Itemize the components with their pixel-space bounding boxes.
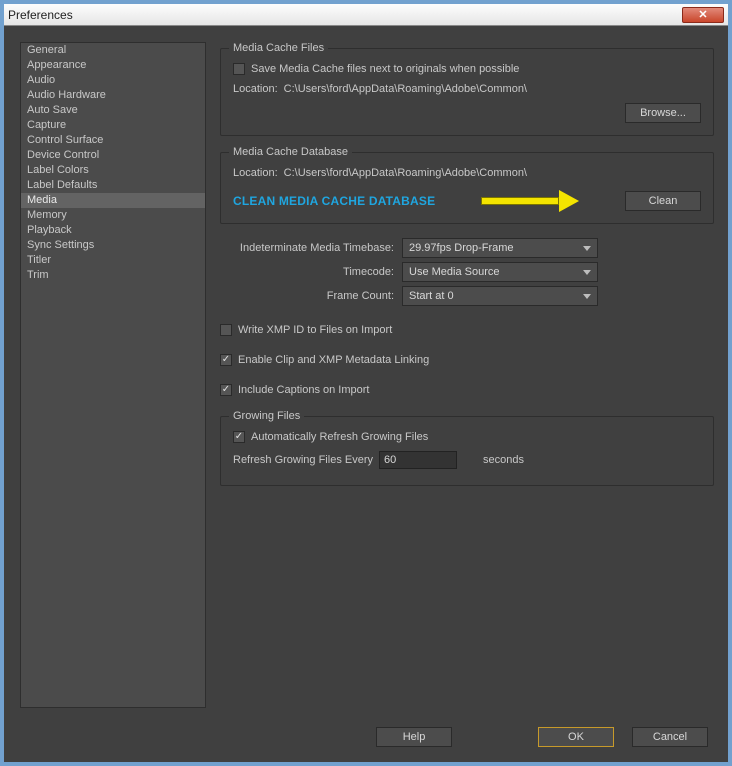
sidebar-item-playback[interactable]: Playback	[21, 223, 205, 238]
sidebar-item-memory[interactable]: Memory	[21, 208, 205, 223]
ok-button[interactable]: OK	[538, 727, 614, 747]
cache-files-location-value: C:\Users\ford\AppData\Roaming\Adobe\Comm…	[284, 83, 527, 95]
write-xmp-checkbox[interactable]	[220, 324, 232, 336]
timebase-select[interactable]: 29.97fps Drop-Frame	[402, 238, 598, 258]
window-title: Preferences	[8, 8, 682, 22]
sidebar-item-appearance[interactable]: Appearance	[21, 58, 205, 73]
timebase-value: 29.97fps Drop-Frame	[409, 242, 514, 254]
chevron-down-icon	[583, 270, 591, 275]
preferences-window: Preferences ✕ GeneralAppearanceAudioAudi…	[0, 0, 732, 766]
media-cache-files-group: Media Cache Files Save Media Cache files…	[220, 48, 714, 136]
sidebar-item-sync-settings[interactable]: Sync Settings	[21, 238, 205, 253]
sidebar-item-auto-save[interactable]: Auto Save	[21, 103, 205, 118]
cancel-button[interactable]: Cancel	[632, 727, 708, 747]
media-options: Indeterminate Media Timebase: 29.97fps D…	[220, 234, 714, 310]
sidebar-item-media[interactable]: Media	[21, 193, 205, 208]
sidebar-item-audio-hardware[interactable]: Audio Hardware	[21, 88, 205, 103]
clean-database-button[interactable]: Clean	[625, 191, 701, 211]
arrow-head-icon	[559, 190, 579, 212]
seconds-label: seconds	[483, 454, 524, 466]
enable-clip-xmp-checkbox[interactable]	[220, 354, 232, 366]
cache-files-location-label: Location:	[233, 83, 278, 95]
group-legend: Growing Files	[229, 410, 304, 422]
help-button[interactable]: Help	[376, 727, 452, 747]
dialog-footer: Help OK Cancel	[4, 718, 728, 762]
sidebar-item-device-control[interactable]: Device Control	[21, 148, 205, 163]
group-legend: Media Cache Files	[229, 42, 328, 54]
frame-count-select[interactable]: Start at 0	[402, 286, 598, 306]
frame-count-value: Start at 0	[409, 290, 454, 302]
titlebar[interactable]: Preferences ✕	[4, 4, 728, 26]
sidebar-item-label-colors[interactable]: Label Colors	[21, 163, 205, 178]
include-captions-checkbox[interactable]	[220, 384, 232, 396]
sidebar-item-label-defaults[interactable]: Label Defaults	[21, 178, 205, 193]
chevron-down-icon	[583, 294, 591, 299]
refresh-every-input[interactable]	[379, 451, 457, 469]
timebase-label: Indeterminate Media Timebase:	[220, 242, 402, 254]
clean-db-callout: CLEAN MEDIA CACHE DATABASE	[233, 194, 435, 208]
sidebar-item-trim[interactable]: Trim	[21, 268, 205, 283]
growing-files-group: Growing Files Automatically Refresh Grow…	[220, 416, 714, 486]
close-icon: ✕	[698, 8, 707, 21]
timecode-value: Use Media Source	[409, 266, 500, 278]
annotation-arrow	[443, 191, 617, 211]
cache-files-browse-button[interactable]: Browse...	[625, 103, 701, 123]
cache-db-location-value: C:\Users\ford\AppData\Roaming\Adobe\Comm…	[284, 167, 527, 179]
save-next-to-originals-label: Save Media Cache files next to originals…	[251, 63, 519, 75]
group-legend: Media Cache Database	[229, 146, 352, 158]
main-panel: Media Cache Files Save Media Cache files…	[220, 42, 714, 708]
write-xmp-label: Write XMP ID to Files on Import	[238, 324, 392, 336]
dialog-body: GeneralAppearanceAudioAudio HardwareAuto…	[4, 26, 728, 718]
auto-refresh-growing-checkbox[interactable]	[233, 431, 245, 443]
sidebar-item-audio[interactable]: Audio	[21, 73, 205, 88]
category-sidebar: GeneralAppearanceAudioAudio HardwareAuto…	[20, 42, 206, 708]
enable-clip-xmp-label: Enable Clip and XMP Metadata Linking	[238, 354, 429, 366]
timecode-select[interactable]: Use Media Source	[402, 262, 598, 282]
sidebar-item-capture[interactable]: Capture	[21, 118, 205, 133]
auto-refresh-growing-label: Automatically Refresh Growing Files	[251, 431, 428, 443]
sidebar-item-general[interactable]: General	[21, 43, 205, 58]
media-cache-database-group: Media Cache Database Location: C:\Users\…	[220, 152, 714, 224]
include-captions-label: Include Captions on Import	[238, 384, 369, 396]
timecode-label: Timecode:	[220, 266, 402, 278]
sidebar-item-titler[interactable]: Titler	[21, 253, 205, 268]
chevron-down-icon	[583, 246, 591, 251]
sidebar-item-control-surface[interactable]: Control Surface	[21, 133, 205, 148]
save-next-to-originals-checkbox[interactable]	[233, 63, 245, 75]
window-close-button[interactable]: ✕	[682, 7, 724, 23]
frame-count-label: Frame Count:	[220, 290, 402, 302]
cache-db-location-label: Location:	[233, 167, 278, 179]
arrow-shaft-icon	[481, 197, 559, 205]
refresh-every-label: Refresh Growing Files Every	[233, 454, 373, 466]
